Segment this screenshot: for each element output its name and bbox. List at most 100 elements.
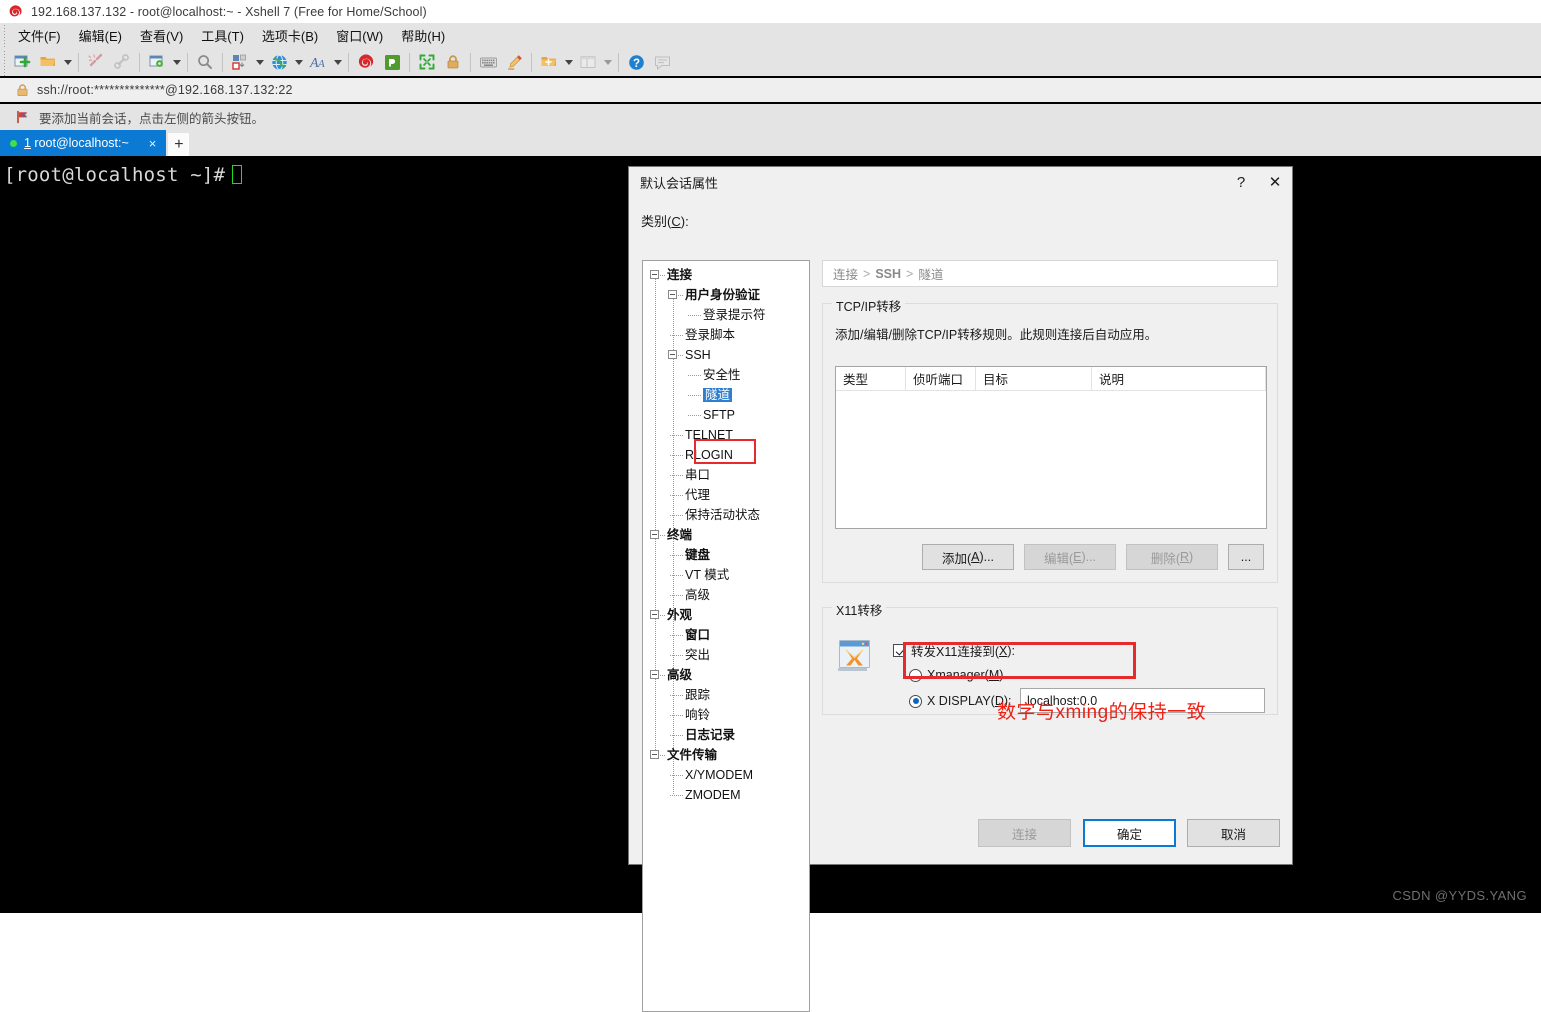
menu-grip-handle[interactable] — [0, 23, 9, 48]
tree-item-2[interactable]: 登录提示符 — [643, 305, 809, 325]
tree-item-24[interactable]: 文件传输 — [643, 745, 809, 765]
menu-help[interactable]: 帮助(H) — [392, 23, 454, 49]
toolbar-grip-handle[interactable] — [0, 48, 9, 76]
forward-x11-checkbox[interactable]: 转发X11连接到(X): — [893, 641, 1015, 660]
fullscreen-icon[interactable] — [414, 50, 440, 74]
xftp-green-icon[interactable] — [379, 50, 405, 74]
session-properties-icon[interactable] — [144, 50, 170, 74]
layout-arrange-dropdown-icon[interactable] — [253, 50, 266, 74]
tree-item-16[interactable]: 高级 — [643, 585, 809, 605]
tree-item-25[interactable]: X/YMODEM — [643, 765, 809, 785]
feedback-comment-icon[interactable] — [649, 50, 675, 74]
search-icon[interactable] — [192, 50, 218, 74]
connect-button[interactable]: 连接 — [978, 819, 1071, 847]
globe-icon[interactable] — [266, 50, 292, 74]
layout-arrange-icon[interactable] — [227, 50, 253, 74]
more-options-button[interactable]: ... — [1228, 544, 1264, 570]
split-view-icon[interactable] — [575, 50, 601, 74]
menu-file[interactable]: 文件(F) — [9, 23, 70, 49]
tree-expander-icon[interactable] — [650, 610, 659, 619]
tree-item-14[interactable]: 键盘 — [643, 545, 809, 565]
tree-guide-tick — [670, 635, 683, 636]
tree-item-17[interactable]: 外观 — [643, 605, 809, 625]
tree-item-22[interactable]: 响铃 — [643, 705, 809, 725]
session-properties-dropdown-icon[interactable] — [170, 50, 183, 74]
tree-item-9[interactable]: RLOGIN — [643, 445, 809, 465]
tree-item-21[interactable]: 跟踪 — [643, 685, 809, 705]
tree-item-10[interactable]: 串口 — [643, 465, 809, 485]
tree-item-26[interactable]: ZMODEM — [643, 785, 809, 805]
menu-tabs[interactable]: 选项卡(B) — [253, 23, 327, 49]
font-icon[interactable]: A A — [305, 50, 331, 74]
tree-item-6[interactable]: 隧道 — [643, 385, 809, 405]
category-tree[interactable]: 连接用户身份验证登录提示符登录脚本SSH安全性隧道SFTPTELNETRLOGI… — [642, 260, 810, 1012]
tree-item-18[interactable]: 窗口 — [643, 625, 809, 645]
cancel-button[interactable]: 取消 — [1187, 819, 1280, 847]
highlight-pen-icon[interactable] — [501, 50, 527, 74]
column-header-1[interactable]: 侦听端口 — [906, 367, 976, 390]
new-folder-dropdown-icon[interactable] — [562, 50, 575, 74]
tree-guide-tick — [670, 555, 683, 556]
font-dropdown-icon[interactable] — [331, 50, 344, 74]
tree-item-4[interactable]: SSH — [643, 345, 809, 365]
tab-close-icon[interactable]: × — [145, 136, 161, 151]
tree-expander-icon[interactable] — [650, 750, 659, 759]
new-folder-icon[interactable] — [536, 50, 562, 74]
open-folder-icon[interactable] — [35, 50, 61, 74]
column-header-0[interactable]: 类型 — [836, 367, 906, 390]
tree-item-12[interactable]: 保持活动状态 — [643, 505, 809, 525]
menu-edit[interactable]: 编辑(E) — [70, 23, 131, 49]
menu-tools[interactable]: 工具(T) — [192, 23, 253, 49]
tree-expander-icon[interactable] — [650, 270, 659, 279]
column-header-2[interactable]: 目标 — [976, 367, 1092, 390]
tcpip-description: 添加/编辑/删除TCP/IP转移规则。此规则连接后自动应用。 — [835, 324, 1157, 343]
link-icon[interactable] — [109, 50, 135, 74]
new-tab-button[interactable]: + — [168, 133, 189, 156]
column-header-3[interactable]: 说明 — [1092, 367, 1266, 390]
open-folder-dropdown-icon[interactable] — [61, 50, 74, 74]
forwarding-rules-table-body[interactable] — [836, 391, 1266, 528]
edit-rule-button[interactable]: 编辑(E)... — [1024, 544, 1116, 570]
xshell-spiral-red-icon[interactable] — [353, 50, 379, 74]
address-bar[interactable]: ssh://root:**************@192.168.137.13… — [0, 78, 1541, 102]
tree-guide-tick — [660, 615, 666, 616]
dialog-close-button[interactable]: ✕ — [1258, 168, 1292, 198]
delete-rule-button[interactable]: 删除(R) — [1126, 544, 1218, 570]
tree-expander-icon[interactable] — [650, 530, 659, 539]
help-icon[interactable]: ? — [623, 50, 649, 74]
radio-xmanager[interactable]: Xmanager(M) — [909, 668, 1003, 682]
dialog-help-button[interactable]: ? — [1224, 168, 1258, 198]
tree-item-20[interactable]: 高级 — [643, 665, 809, 685]
split-view-dropdown-icon[interactable] — [601, 50, 614, 74]
breadcrumb-item-tunnel: 隧道 — [918, 264, 943, 283]
tree-guide-tick — [688, 315, 701, 316]
globe-dropdown-icon[interactable] — [292, 50, 305, 74]
tree-item-11[interactable]: 代理 — [643, 485, 809, 505]
disconnect-icon[interactable] — [83, 50, 109, 74]
toolbar-separator — [531, 53, 532, 72]
tree-item-23[interactable]: 日志记录 — [643, 725, 809, 745]
add-rule-button[interactable]: 添加(A)... — [922, 544, 1014, 570]
new-session-icon[interactable] — [9, 50, 35, 74]
menu-window[interactable]: 窗口(W) — [327, 23, 392, 49]
tree-expander-icon[interactable] — [668, 290, 677, 299]
tab-root-localhost[interactable]: 1 root@localhost:~ × — [0, 130, 166, 156]
tree-expander-icon[interactable] — [650, 670, 659, 679]
tree-item-8[interactable]: TELNET — [643, 425, 809, 445]
tree-item-7[interactable]: SFTP — [643, 405, 809, 425]
tree-item-15[interactable]: VT 模式 — [643, 565, 809, 585]
forwarding-rules-table[interactable]: 类型侦听端口目标说明 — [835, 366, 1267, 529]
ok-button[interactable]: 确定 — [1083, 819, 1176, 847]
tree-item-19[interactable]: 突出 — [643, 645, 809, 665]
tree-item-0[interactable]: 连接 — [643, 265, 809, 285]
lock-icon[interactable] — [440, 50, 466, 74]
menu-view[interactable]: 查看(V) — [131, 23, 192, 49]
tree-item-13[interactable]: 终端 — [643, 525, 809, 545]
keyboard-icon[interactable] — [475, 50, 501, 74]
tree-item-1[interactable]: 用户身份验证 — [643, 285, 809, 305]
tree-item-label: 代理 — [685, 489, 710, 502]
tree-item-5[interactable]: 安全性 — [643, 365, 809, 385]
tab-session-name: root@localhost:~ — [31, 136, 129, 150]
tree-expander-icon[interactable] — [668, 350, 677, 359]
tree-item-3[interactable]: 登录脚本 — [643, 325, 809, 345]
